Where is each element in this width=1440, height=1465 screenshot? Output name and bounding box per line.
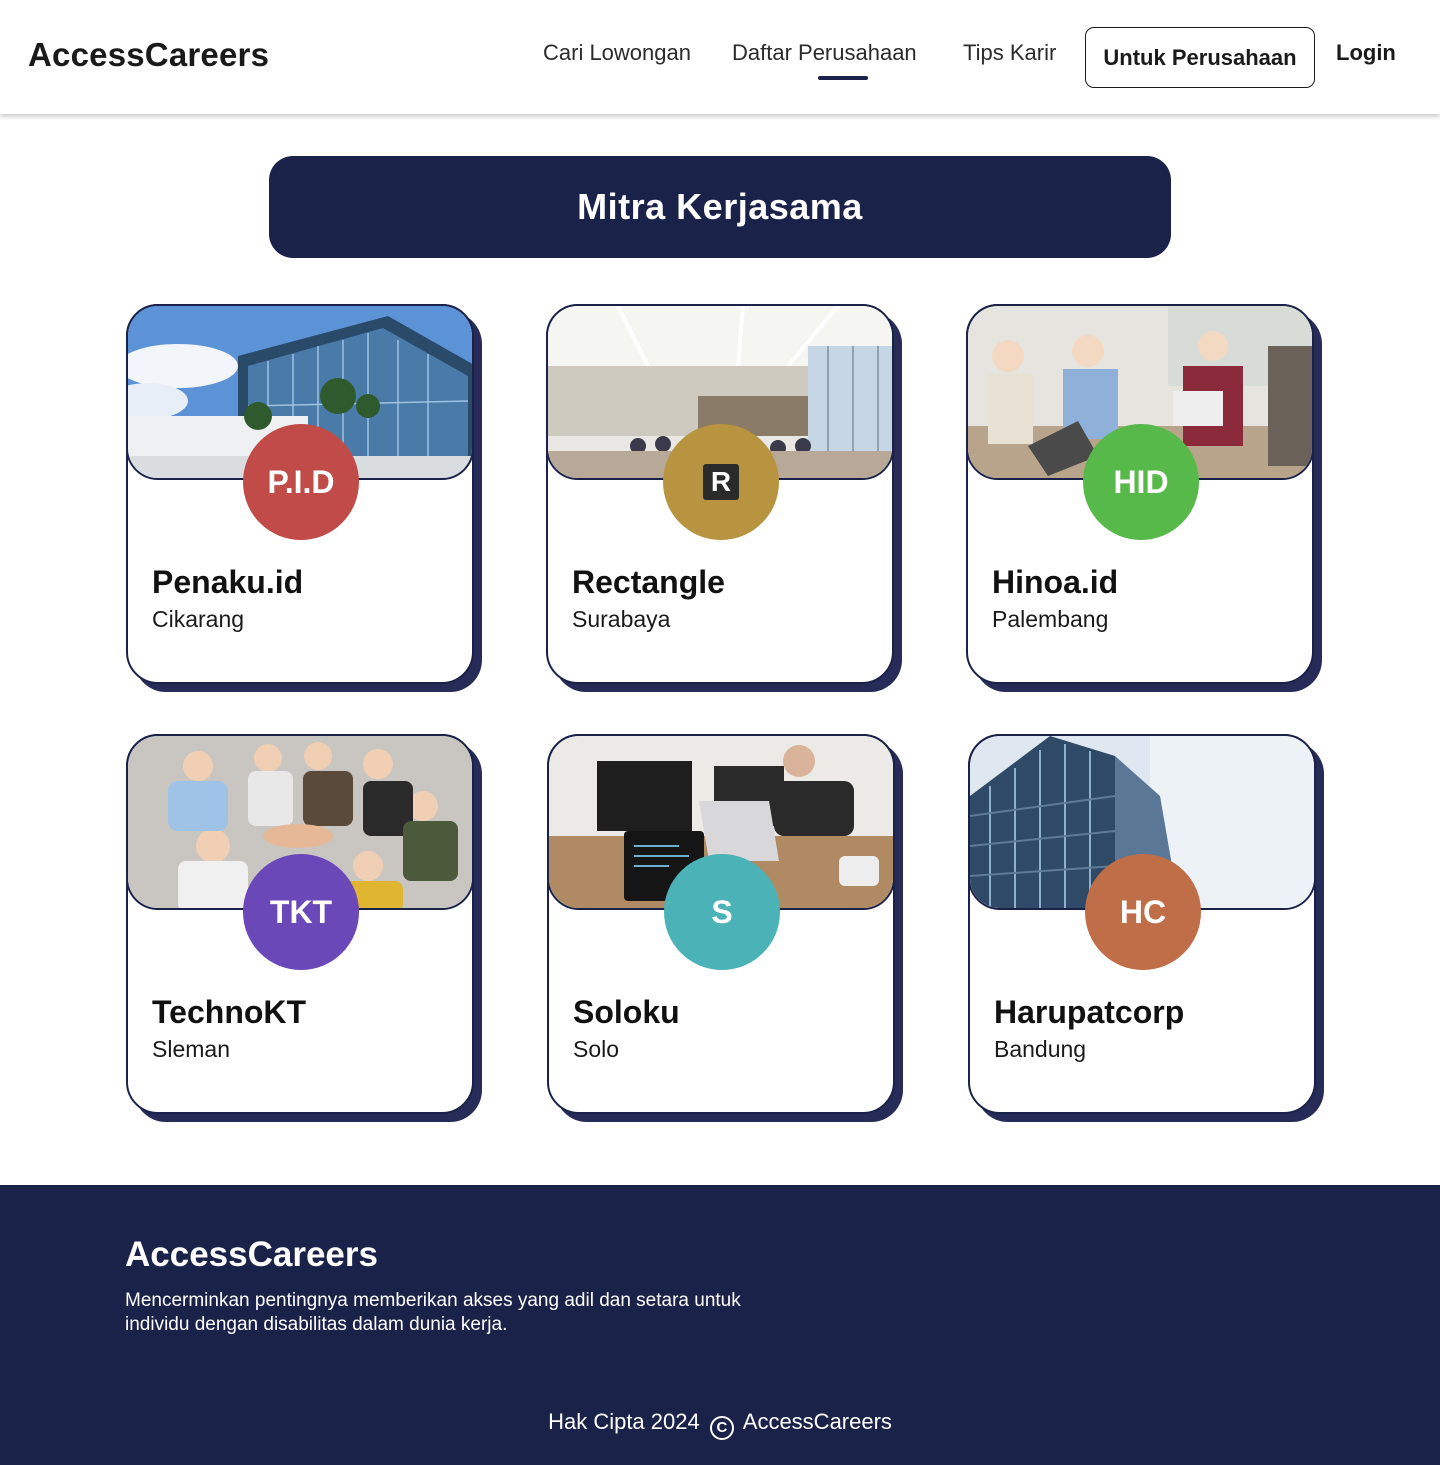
company-logo-badge: P.I.D: [243, 424, 359, 540]
company-city: Solo: [573, 1036, 620, 1062]
company-card-soloku[interactable]: S Soloku Solo: [547, 734, 895, 1114]
company-initials: HID: [1113, 463, 1169, 500]
site-footer: AccessCareers Mencerminkan pentingnya me…: [0, 1185, 1440, 1465]
nav-daftar-perusahaan[interactable]: Daftar Perusahaan: [732, 40, 917, 66]
page-title: Mitra Kerjasama: [577, 186, 863, 227]
company-city: Cikarang: [152, 606, 245, 632]
company-logo-badge: TKT: [243, 854, 359, 970]
company-initials: P.I.D: [267, 463, 335, 500]
company-name: Soloku: [573, 994, 680, 1030]
company-logo-badge: S: [664, 854, 780, 970]
partners-banner: Mitra Kerjasama: [269, 156, 1171, 258]
site-header: AccessCareers Cari Lowongan Daftar Perus…: [0, 0, 1440, 114]
company-name: Harupatcorp: [994, 994, 1185, 1030]
login-link[interactable]: Login: [1336, 40, 1396, 66]
company-card-penaku[interactable]: P.I.D Penaku.id Cikarang: [126, 304, 474, 684]
company-city: Bandung: [994, 1036, 1087, 1062]
company-card-harupatcorp[interactable]: HC Harupatcorp Bandung: [968, 734, 1316, 1114]
company-logo-badge: HC: [1085, 854, 1201, 970]
copyright-prefix: Hak Cipta 2024: [548, 1409, 700, 1434]
nav-tips-karir[interactable]: Tips Karir: [963, 40, 1056, 66]
company-card-hinoa[interactable]: HID Hinoa.id Palembang: [966, 304, 1314, 684]
company-name: TechnoKT: [152, 994, 307, 1030]
for-company-button[interactable]: Untuk Perusahaan: [1085, 27, 1315, 88]
company-initials: S: [711, 893, 733, 930]
company-card-rectangle[interactable]: R Rectangle Surabaya: [546, 304, 894, 684]
copyright-text: Hak Cipta 2024 C AccessCareers: [0, 1409, 1440, 1440]
company-logo-badge: HID: [1083, 424, 1199, 540]
site-logo[interactable]: AccessCareers: [28, 36, 269, 74]
nav-cari-lowongan[interactable]: Cari Lowongan: [543, 40, 691, 66]
company-name: Rectangle: [572, 564, 725, 600]
company-initials: HC: [1119, 893, 1167, 930]
footer-description: Mencerminkan pentingnya memberikan akses…: [125, 1290, 741, 1335]
company-city: Sleman: [152, 1036, 230, 1062]
company-name: Penaku.id: [152, 564, 304, 600]
company-initials: TKT: [269, 893, 333, 930]
company-city: Palembang: [992, 606, 1109, 632]
company-name: Hinoa.id: [992, 564, 1119, 600]
copyright-icon: C: [709, 1415, 734, 1440]
company-logo-badge: R: [663, 424, 779, 540]
active-nav-indicator: [818, 76, 868, 80]
copyright-suffix: AccessCareers: [742, 1409, 892, 1434]
company-city: Surabaya: [572, 606, 671, 632]
footer-logo: AccessCareers: [125, 1235, 378, 1274]
company-initials: R: [703, 464, 739, 500]
company-card-technokt[interactable]: TKT TechnoKT Sleman: [126, 734, 474, 1114]
